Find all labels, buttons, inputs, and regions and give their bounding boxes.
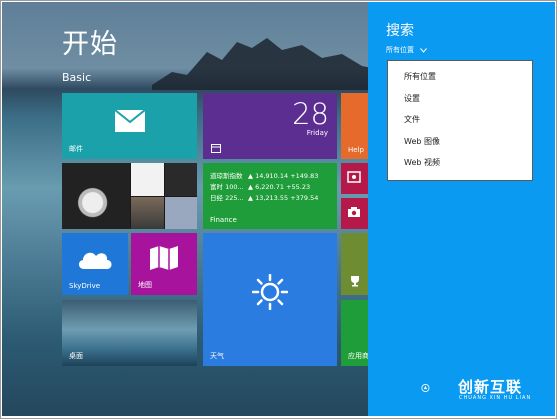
tile-label: 邮件 xyxy=(69,145,83,153)
calendar-day: 28 xyxy=(292,97,329,131)
tile-mail[interactable]: 邮件 xyxy=(62,93,197,159)
start-title: 开始 xyxy=(62,29,118,60)
tile-label: Help xyxy=(348,146,364,154)
tile-desktop[interactable]: 桌面 xyxy=(62,300,197,366)
menu-item-files[interactable]: 文件 xyxy=(404,114,420,125)
watermark-name: 创新互联 xyxy=(458,378,523,396)
calendar-icon xyxy=(211,144,221,153)
search-scope-value: 所有位置 xyxy=(386,46,414,54)
cloud-icon xyxy=(78,252,112,269)
finance-list: 道琼斯指数 ▲ 14,910.14 +149.83 富时 100... ▲ 6,22… xyxy=(210,171,318,204)
chevron-down-icon xyxy=(420,47,427,53)
finance-row: 道琼斯指数 ▲ 14,910.14 +149.83 xyxy=(210,172,319,180)
finance-row: 日经 225... ▲ 13,213.55 +379.54 xyxy=(210,194,319,202)
mountains-background xyxy=(152,38,382,90)
search-scope-menu: 所有位置 设置 文件 Web 图像 Web 视频 xyxy=(387,60,533,181)
watermark-logo-icon xyxy=(421,383,430,393)
photo-poster xyxy=(165,163,197,196)
tile-video[interactable] xyxy=(341,163,369,194)
tile-label: Finance xyxy=(210,216,237,224)
calendar-weekday: Friday xyxy=(306,129,328,137)
map-icon xyxy=(150,246,178,270)
tile-label: SkyDrive xyxy=(69,282,101,290)
tile-weather[interactable]: 天气 xyxy=(203,233,337,366)
photo-guitar xyxy=(62,163,130,229)
search-title: 搜索 xyxy=(386,23,414,39)
menu-item-settings[interactable]: 设置 xyxy=(404,93,420,104)
tile-calendar[interactable]: 28 Friday xyxy=(203,93,337,159)
camera-icon xyxy=(348,207,360,217)
tile-label: 地图 xyxy=(138,281,152,289)
tile-photos[interactable] xyxy=(62,163,197,229)
tile-store[interactable]: 应用商 xyxy=(341,300,369,366)
tile-skydrive[interactable]: SkyDrive xyxy=(62,233,128,295)
tile-label: 天气 xyxy=(210,352,224,360)
photo-person xyxy=(131,197,164,229)
user-name[interactable]: Basic xyxy=(62,71,91,84)
photo-white xyxy=(131,163,164,196)
watermark-subtitle: CHUANG XIN HU LIAN xyxy=(459,395,532,401)
tile-help[interactable]: Help xyxy=(341,93,369,159)
tile-camera[interactable] xyxy=(341,198,369,229)
menu-item-web-videos[interactable]: Web 视频 xyxy=(404,157,440,168)
search-scope-dropdown[interactable]: 所有位置 xyxy=(386,45,427,55)
video-icon xyxy=(347,171,361,183)
tile-finance[interactable]: 道琼斯指数 ▲ 14,910.14 +149.83 富时 100... ▲ 6,22… xyxy=(203,163,337,229)
finance-row: 富时 100... ▲ 6,220.71 +55.23 xyxy=(210,183,311,191)
tile-maps[interactable]: 地图 xyxy=(131,233,197,295)
tile-label: 应用商 xyxy=(348,352,369,360)
mail-icon xyxy=(114,109,146,132)
sun-icon xyxy=(252,274,288,310)
menu-item-all[interactable]: 所有位置 xyxy=(404,71,436,82)
menu-item-web-images[interactable]: Web 图像 xyxy=(404,136,440,147)
trophy-icon xyxy=(351,276,359,287)
tile-label: 桌面 xyxy=(69,352,83,360)
photo-badge xyxy=(165,197,197,229)
tile-sports[interactable] xyxy=(341,233,369,295)
